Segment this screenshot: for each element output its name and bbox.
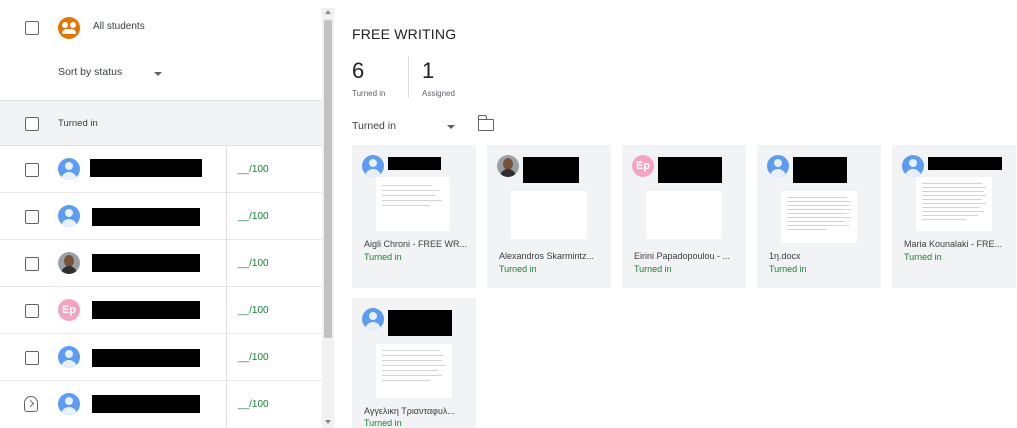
table-row[interactable]: __/100 bbox=[0, 334, 322, 381]
document-thumbnail[interactable] bbox=[376, 344, 452, 398]
document-thumbnail[interactable] bbox=[916, 177, 992, 231]
redacted-name bbox=[92, 395, 200, 413]
avatar bbox=[58, 393, 80, 415]
redacted-name bbox=[793, 157, 847, 183]
redacted-name bbox=[388, 157, 441, 170]
student-checkbox[interactable] bbox=[25, 304, 39, 318]
grade-field[interactable]: __/100 bbox=[238, 399, 269, 410]
avatar bbox=[58, 205, 80, 227]
document-thumbnail[interactable] bbox=[646, 191, 722, 239]
redacted-name bbox=[92, 301, 200, 319]
redacted-name bbox=[388, 310, 452, 336]
redacted-name bbox=[92, 349, 200, 367]
redacted-name bbox=[658, 157, 722, 183]
avatar bbox=[58, 158, 80, 180]
redacted-name bbox=[90, 159, 202, 177]
submission-card[interactable]: Maria Kounalaki - FRE... Turned in bbox=[892, 145, 1016, 288]
grade-field[interactable]: __/100 bbox=[238, 211, 269, 222]
assignment-title: FREE WRITING bbox=[352, 26, 457, 42]
grade-field[interactable]: __/100 bbox=[238, 352, 269, 363]
assigned-label: Assigned bbox=[422, 89, 455, 98]
redacted-name bbox=[928, 157, 1002, 170]
sort-dropdown[interactable]: Sort by status bbox=[58, 66, 122, 78]
avatar bbox=[362, 155, 384, 177]
document-thumbnail[interactable] bbox=[781, 191, 857, 243]
table-row[interactable]: __/100 bbox=[0, 146, 322, 193]
avatar bbox=[58, 346, 80, 368]
submission-card[interactable]: Αγγελικη Τριανταφυλ... Turned in bbox=[352, 298, 476, 428]
submission-status: Turned in bbox=[634, 264, 672, 274]
student-checkbox[interactable] bbox=[25, 210, 39, 224]
redacted-name bbox=[523, 157, 579, 183]
grade-field[interactable]: __/100 bbox=[238, 305, 269, 316]
table-row[interactable]: __/100 bbox=[0, 240, 322, 287]
scrollbar[interactable] bbox=[322, 8, 334, 428]
all-students-label: All students bbox=[93, 21, 145, 32]
all-students-row[interactable]: All students bbox=[0, 8, 322, 48]
submission-status: Turned in bbox=[904, 252, 942, 262]
turned-in-count[interactable]: 6 bbox=[352, 58, 364, 84]
scrollbar-thumb[interactable] bbox=[324, 20, 332, 338]
stat-divider bbox=[408, 56, 409, 98]
avatar bbox=[497, 155, 519, 177]
returned-shield-icon bbox=[24, 396, 38, 412]
table-row[interactable]: __/100 bbox=[0, 193, 322, 240]
file-name: Αγγελικη Τριανταφυλ... bbox=[364, 406, 455, 416]
assigned-count[interactable]: 1 bbox=[422, 58, 434, 84]
chevron-down-icon[interactable] bbox=[154, 72, 162, 76]
student-checkbox[interactable] bbox=[25, 163, 39, 177]
avatar bbox=[902, 155, 924, 177]
scroll-down-icon[interactable] bbox=[325, 420, 331, 424]
file-name: 1η.docx bbox=[769, 251, 801, 261]
file-name: Eirini Papadopoulou - ... bbox=[634, 251, 731, 261]
submission-card[interactable]: Alexandros Skarmintz... Turned in bbox=[487, 145, 611, 288]
avatar: Ep bbox=[632, 155, 654, 177]
avatar bbox=[362, 308, 384, 330]
section-label: Turned in bbox=[58, 118, 98, 129]
status-filter-dropdown[interactable]: Turned in bbox=[352, 120, 396, 132]
file-name: Maria Kounalaki - FRE... bbox=[904, 239, 1003, 249]
student-checkbox[interactable] bbox=[25, 351, 39, 365]
submission-status: Turned in bbox=[364, 418, 402, 428]
file-name: Aigli Chroni - FREE WR... bbox=[364, 239, 468, 249]
group-avatar-icon bbox=[58, 17, 80, 39]
turned-in-section-header: Turned in bbox=[0, 100, 322, 146]
scroll-up-icon[interactable] bbox=[325, 10, 331, 14]
document-thumbnail[interactable] bbox=[376, 177, 450, 231]
chevron-down-icon[interactable] bbox=[447, 125, 455, 129]
submission-status: Turned in bbox=[364, 252, 402, 262]
submission-card[interactable]: 1η.docx Turned in bbox=[757, 145, 881, 288]
document-thumbnail[interactable] bbox=[511, 191, 587, 239]
file-name: Alexandros Skarmintz... bbox=[499, 251, 595, 261]
submission-card[interactable]: Aigli Chroni - FREE WR... Turned in bbox=[352, 145, 476, 288]
all-students-checkbox[interactable] bbox=[25, 21, 39, 35]
student-checkbox[interactable] bbox=[25, 257, 39, 271]
section-checkbox[interactable] bbox=[25, 117, 39, 131]
avatar bbox=[767, 155, 789, 177]
turned-in-label: Turned in bbox=[352, 89, 386, 98]
redacted-name bbox=[92, 208, 200, 226]
submission-status: Turned in bbox=[499, 264, 537, 274]
table-row[interactable]: __/100 bbox=[0, 381, 322, 428]
redacted-name bbox=[92, 254, 200, 272]
avatar bbox=[58, 252, 80, 274]
student-list-panel: All students Sort by status Turned in __… bbox=[0, 0, 322, 428]
grade-field[interactable]: __/100 bbox=[238, 258, 269, 269]
submission-card[interactable]: Ep Eirini Papadopoulou - ... Turned in bbox=[622, 145, 746, 288]
grade-field[interactable]: __/100 bbox=[238, 164, 269, 175]
folder-icon[interactable] bbox=[477, 115, 494, 131]
avatar: Ep bbox=[58, 299, 80, 321]
submission-status: Turned in bbox=[769, 264, 807, 274]
table-row[interactable]: Ep __/100 bbox=[0, 287, 322, 334]
